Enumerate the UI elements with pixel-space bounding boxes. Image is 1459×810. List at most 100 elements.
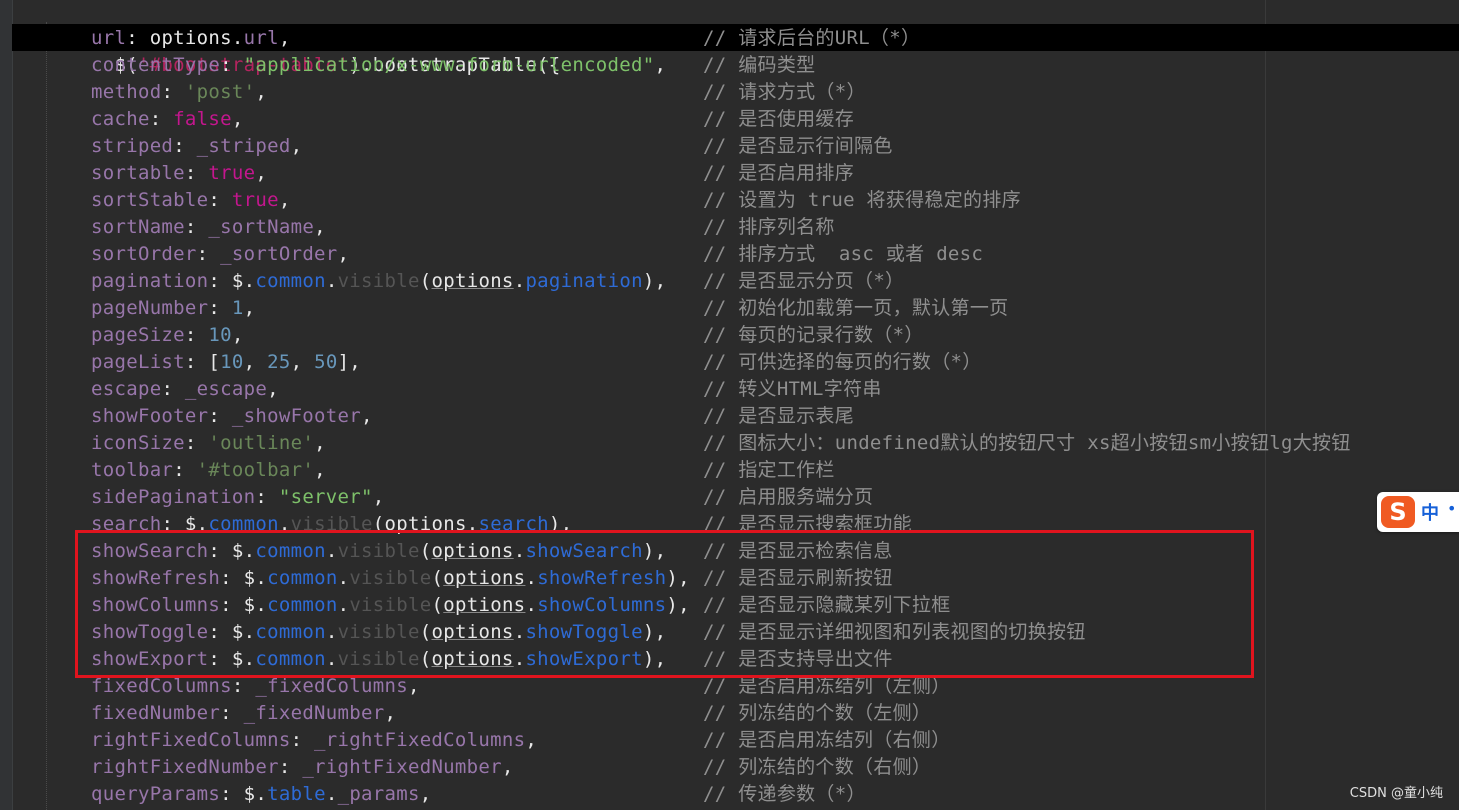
code-text: method: 'post', bbox=[91, 79, 267, 106]
code-token: _fixedNumber bbox=[243, 702, 385, 724]
code-line-header[interactable]: $('#bootstrap-table').bootstrapTable({ bbox=[0, 0, 560, 76]
code-comment: // 编码类型 bbox=[703, 54, 816, 76]
code-token: sortable bbox=[91, 162, 185, 184]
editor-gutter bbox=[0, 0, 13, 810]
code-token: , bbox=[231, 108, 244, 130]
code-comment: // 传递参数（*） bbox=[703, 783, 866, 805]
code-token: , bbox=[231, 324, 244, 346]
code-token: fixedColumns bbox=[91, 675, 232, 697]
code-token: , bbox=[361, 405, 373, 427]
code-token: ], bbox=[337, 351, 362, 373]
code-token: escape bbox=[91, 378, 162, 400]
code-token: . bbox=[325, 270, 338, 292]
code-token: pagination bbox=[91, 270, 209, 292]
code-token: , bbox=[314, 216, 326, 238]
code-token: "application/x-www-form-urlencoded" bbox=[243, 54, 655, 76]
code-token: pageList bbox=[91, 351, 185, 373]
code-token: , bbox=[337, 243, 350, 265]
code-token: , bbox=[314, 432, 326, 454]
ime-mode-label: 中 bbox=[1421, 503, 1439, 524]
code-token: : bbox=[208, 405, 232, 427]
code-token: '#toolbar' bbox=[196, 459, 315, 481]
code-token: toolbar bbox=[91, 459, 174, 481]
code-token: , bbox=[384, 702, 397, 724]
code-token: sortName bbox=[91, 216, 185, 238]
code-token: "server" bbox=[278, 486, 373, 508]
code-text: queryParams: $.table._params, bbox=[91, 781, 432, 808]
code-token: _sortName bbox=[208, 216, 315, 238]
code-token: 10 bbox=[208, 324, 232, 346]
code-text: sidePagination: "server", bbox=[91, 484, 385, 511]
code-token: 1 bbox=[231, 297, 244, 319]
code-text: striped: _striped, bbox=[91, 133, 302, 160]
code-token: ), bbox=[642, 270, 667, 292]
ime-punct-icon: • bbox=[1447, 499, 1457, 518]
code-comment: // 指定工作栏 bbox=[703, 459, 835, 481]
code-token: $ bbox=[243, 783, 256, 805]
code-text: rightFixedColumns: _rightFixedColumns, bbox=[91, 727, 537, 754]
code-token: _escape bbox=[184, 378, 268, 400]
code-text: pageNumber: 1, bbox=[91, 295, 255, 322]
code-token: false bbox=[173, 108, 232, 130]
code-token: rightFixedNumber bbox=[91, 756, 279, 778]
code-token: method bbox=[91, 81, 162, 103]
code-comment: // 请求方式（*） bbox=[703, 81, 866, 103]
code-token: pageSize bbox=[91, 324, 185, 346]
code-token: , bbox=[419, 783, 432, 805]
code-token: : bbox=[208, 189, 232, 211]
code-token: iconSize bbox=[91, 432, 185, 454]
code-text: sortable: true, bbox=[91, 160, 267, 187]
code-token: 25 bbox=[267, 351, 291, 373]
code-text: sortStable: true, bbox=[91, 187, 291, 214]
code-token: : bbox=[208, 297, 232, 319]
code-text: toolbar: '#toolbar', bbox=[91, 457, 326, 484]
code-token: 10 bbox=[220, 351, 244, 373]
code-token: , bbox=[278, 189, 291, 211]
code-token: striped bbox=[91, 135, 174, 157]
code-text: pageSize: 10, bbox=[91, 322, 244, 349]
code-token: : bbox=[126, 27, 150, 49]
code-token: pageNumber bbox=[91, 297, 209, 319]
code-token: fixedNumber bbox=[91, 702, 221, 724]
code-token: sortOrder bbox=[91, 243, 197, 265]
code-token: , bbox=[290, 135, 303, 157]
code-comment: // 可供选择的每页的行数（*） bbox=[703, 351, 982, 373]
code-token: sidePagination bbox=[91, 486, 256, 508]
watermark: CSDN @童小纯 bbox=[1349, 786, 1443, 801]
code-token: , bbox=[407, 675, 420, 697]
code-token: : [ bbox=[184, 351, 221, 373]
code-comment: // 设置为 true 将获得稳定的排序 bbox=[703, 189, 1021, 211]
code-comment: // 排序方式 asc 或者 desc bbox=[703, 243, 984, 265]
code-token: . bbox=[255, 783, 268, 805]
code-token: , bbox=[255, 81, 268, 103]
highlight-annotation-box bbox=[75, 530, 1254, 678]
code-text: pagination: $.common.visible(options.pag… bbox=[91, 268, 666, 295]
code-token: options bbox=[431, 270, 514, 292]
code-token: , bbox=[314, 459, 326, 481]
code-token: options bbox=[149, 27, 232, 49]
code-token: rightFixedColumns bbox=[91, 729, 291, 751]
code-token: url bbox=[91, 27, 127, 49]
indent-guide bbox=[46, 22, 47, 810]
code-token: . bbox=[325, 783, 338, 805]
code-token: sortStable bbox=[91, 189, 209, 211]
code-token: : bbox=[208, 270, 232, 292]
code-token: , bbox=[278, 27, 291, 49]
code-token: . bbox=[243, 270, 256, 292]
code-token: 'outline' bbox=[208, 432, 315, 454]
code-comment: // 是否启用冻结列（右侧） bbox=[703, 729, 951, 751]
code-text: sortOrder: _sortOrder, bbox=[91, 241, 349, 268]
code-comment: // 列冻结的个数（左侧） bbox=[703, 702, 932, 724]
code-token: , bbox=[501, 756, 514, 778]
code-text: fixedNumber: _fixedNumber, bbox=[91, 700, 396, 727]
code-token: true bbox=[231, 189, 279, 211]
code-token: _sortOrder bbox=[220, 243, 338, 265]
code-text: pageList: [10, 25, 50], bbox=[91, 349, 361, 376]
code-token: queryParams bbox=[91, 783, 221, 805]
code-text: showFooter: _showFooter, bbox=[91, 403, 373, 430]
ime-status-badge[interactable]: S 中 • bbox=[1377, 492, 1459, 532]
code-token: true bbox=[208, 162, 256, 184]
code-comment: // 是否使用缓存 bbox=[703, 108, 855, 130]
code-comment: // 每页的记录行数（*） bbox=[703, 324, 924, 346]
code-token: : bbox=[173, 459, 197, 481]
